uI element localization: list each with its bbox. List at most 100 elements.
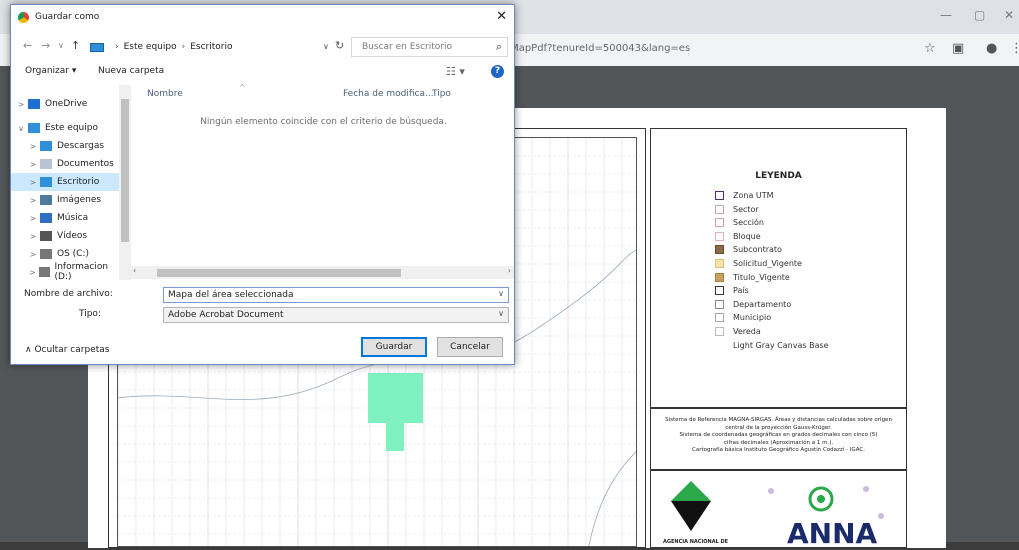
breadcrumb-item[interactable]: Este equipo — [124, 42, 177, 52]
column-date[interactable]: Fecha de modifica... — [343, 89, 434, 99]
legend-swatch — [715, 245, 724, 255]
filetype-select[interactable]: Adobe Acrobat Document ∨ — [163, 307, 509, 323]
expand-chevron-icon[interactable]: ∨ — [14, 124, 28, 133]
sidebar-item[interactable]: ∨ Este equipo — [11, 119, 121, 137]
address-bar[interactable]: etMapPdf?tenureId=500043&lang=es — [500, 38, 920, 60]
breadcrumb[interactable]: › Este equipo › Escritorio — [90, 37, 347, 57]
dialog-titlebar[interactable]: Guardar como ✕ — [11, 5, 514, 31]
boundary-line — [588, 451, 636, 546]
ref-line: Sistema de coordenadas geográficas en gr… — [679, 432, 878, 438]
sidebar-item[interactable]: > Imágenes — [11, 191, 121, 209]
sidebar-item-label: Descargas — [57, 141, 105, 151]
legend-swatch — [715, 231, 724, 241]
expand-chevron-icon[interactable]: > — [26, 250, 40, 259]
scroll-right-icon[interactable]: › — [508, 266, 511, 275]
scroll-left-icon[interactable]: ‹ — [133, 266, 136, 275]
expand-chevron-icon[interactable]: > — [26, 232, 40, 241]
organize-button[interactable]: Organizar ▾ — [25, 66, 76, 76]
computer-icon — [90, 42, 104, 52]
sidebar-item-label: Imágenes — [57, 195, 102, 205]
star-icon[interactable]: ☆ — [924, 38, 936, 60]
legend-item: Titulo_Vigente — [715, 272, 790, 282]
chrome-icon — [18, 12, 29, 23]
cancel-button[interactable]: Cancelar — [437, 337, 503, 357]
chevron-down-icon[interactable]: ∨ — [323, 42, 329, 51]
new-folder-button[interactable]: Nueva carpeta — [98, 66, 164, 76]
legend-label: Light Gray Canvas Base — [733, 340, 829, 350]
sidebar-item-label: Documentos — [57, 159, 114, 169]
menu-icon[interactable]: ⋮ — [1010, 38, 1019, 60]
save-button[interactable]: Guardar — [361, 337, 427, 357]
h-scroll-thumb[interactable] — [157, 269, 401, 277]
sidebar-item[interactable]: > Informacion (D:) — [11, 262, 121, 282]
filetype-row: Tipo: Adobe Acrobat Document ∨ — [11, 305, 514, 325]
column-type[interactable]: Tipo — [432, 89, 451, 99]
sidebar-item[interactable]: > Vídeos — [11, 227, 121, 245]
expand-chevron-icon[interactable]: > — [26, 268, 39, 277]
computer-icon — [28, 123, 40, 133]
sidebar-item[interactable]: > Documentos — [11, 155, 121, 173]
image-icon — [40, 195, 52, 205]
expand-chevron-icon[interactable]: > — [26, 196, 40, 205]
legend-item: Sector — [715, 204, 759, 214]
close-icon[interactable]: ✕ — [496, 9, 507, 24]
breadcrumb-item[interactable]: Escritorio — [190, 42, 232, 52]
sidebar-item[interactable]: > OneDrive — [11, 95, 121, 113]
sidebar-item[interactable]: > Escritorio — [11, 173, 121, 191]
sidebar-item[interactable]: > OS (C:) — [11, 245, 121, 263]
hide-folders-button[interactable]: ∧ Ocultar carpetas — [25, 345, 109, 355]
ref-line: Sistema de Referencia MAGNA-SIRGAS. Área… — [665, 417, 892, 423]
sidebar-item-label: Informacion (D:) — [54, 262, 109, 282]
legend-label: Sector — [733, 204, 759, 214]
pocket-icon[interactable]: ▣ — [952, 38, 964, 60]
expand-chevron-icon[interactable]: > — [26, 214, 40, 223]
up-arrow-icon[interactable]: ↑ — [71, 39, 80, 52]
sidebar-item-label: Vídeos — [57, 231, 88, 241]
expand-chevron-icon[interactable]: > — [14, 100, 28, 109]
legend-label: Zona UTM — [733, 191, 774, 200]
search-input[interactable]: Buscar en Escritorio ⌕ — [351, 37, 508, 57]
help-icon[interactable]: ? — [491, 65, 504, 78]
chevron-down-icon[interactable]: ∨ — [498, 289, 504, 298]
agency-text: AGENCIA NACIONAL DE — [663, 539, 729, 545]
nav-scrollbar[interactable] — [119, 85, 131, 280]
expand-chevron-icon[interactable]: > — [26, 160, 40, 169]
legend-item: Subcontrato — [715, 245, 782, 255]
close-window-button[interactable]: ✕ — [1004, 8, 1014, 22]
profile-icon[interactable]: ● — [986, 38, 997, 60]
filename-field[interactable]: Mapa del área seleccionada ∨ — [163, 287, 509, 303]
view-options-icon[interactable]: ☷ ▾ — [446, 65, 465, 78]
legend-label: Vereda — [733, 327, 761, 336]
recent-chevron-icon[interactable]: ∨ — [58, 41, 64, 50]
filename-row: Nombre de archivo: Mapa del área selecci… — [11, 285, 514, 305]
legend-swatch — [715, 259, 724, 268]
sidebar-item[interactable]: > Descargas — [11, 137, 121, 155]
legend-swatch — [715, 204, 724, 214]
nav-scroll-thumb[interactable] — [121, 99, 129, 242]
drive-icon — [40, 249, 52, 259]
restore-button[interactable]: ▢ — [974, 8, 985, 22]
chevron-down-icon[interactable]: ∨ — [498, 309, 504, 318]
ref-line: central de la proyección Gauss-Krüger. — [725, 424, 832, 431]
minimize-button[interactable]: — — [940, 8, 952, 22]
search-placeholder: Buscar en Escritorio — [362, 42, 452, 52]
legend-swatch — [715, 327, 724, 336]
legend-swatch — [715, 218, 724, 228]
expand-chevron-icon[interactable]: > — [26, 142, 40, 151]
sidebar-item-label: Escritorio — [57, 177, 100, 187]
expand-chevron-icon[interactable]: > — [26, 178, 40, 187]
cloud-icon — [28, 99, 40, 109]
sort-arrow-icon: ^ — [239, 83, 246, 92]
horizontal-scrollbar[interactable]: ‹ › — [131, 266, 514, 279]
legend-item: Solicitud_Vigente — [715, 259, 802, 268]
refresh-icon[interactable]: ↻ — [335, 39, 344, 52]
forward-arrow-icon[interactable]: → — [41, 39, 50, 52]
sidebar-item[interactable]: > Música — [11, 209, 121, 227]
address-row: ← → ∨ ↑ › Este equipo › Escritorio ∨ ↻ B… — [11, 33, 514, 59]
search-icon[interactable]: ⌕ — [496, 40, 502, 54]
ref-line: cifras decimales (Aproximación a 1 m.). — [723, 439, 834, 446]
legend-swatch — [715, 272, 724, 282]
column-name[interactable]: Nombre — [147, 89, 183, 99]
legend-item: Sección — [715, 218, 764, 228]
back-arrow-icon[interactable]: ← — [23, 39, 32, 52]
